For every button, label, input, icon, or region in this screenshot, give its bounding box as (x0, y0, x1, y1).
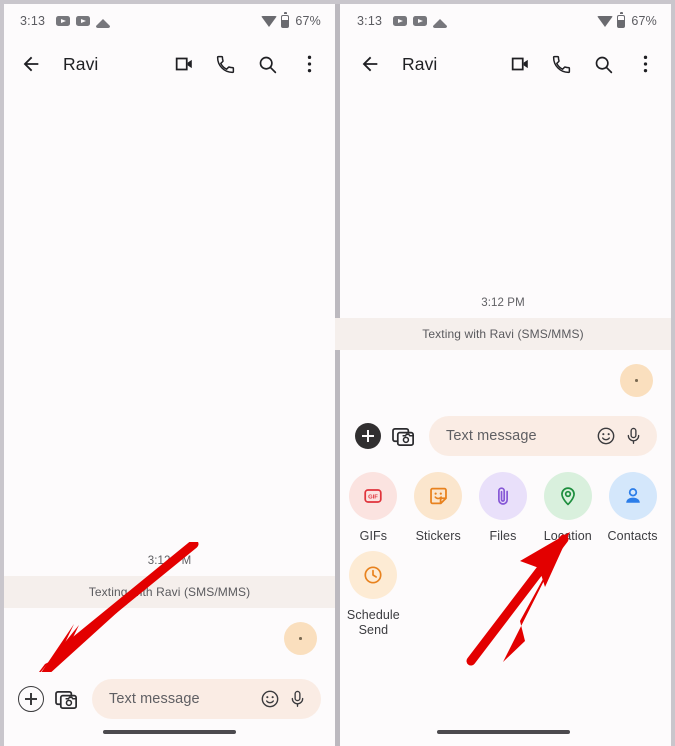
gallery-icon[interactable] (392, 424, 418, 448)
message-bubble[interactable] (284, 622, 317, 655)
plus-glyph-icon (361, 429, 375, 443)
sms-mms-banner: Texting with Ravi (SMS/MMS) (335, 318, 671, 350)
app-bar-actions (172, 53, 321, 76)
battery-percent: 67% (631, 14, 657, 28)
back-arrow-icon[interactable] (357, 51, 383, 77)
bubble-dot-icon (635, 379, 638, 382)
status-left-icons (393, 16, 448, 28)
back-arrow-icon[interactable] (18, 51, 44, 77)
page-title: Ravi (63, 53, 99, 74)
battery-percent: 67% (295, 14, 321, 28)
app-bar-actions (508, 53, 657, 76)
attachment-option-schedule-send[interactable]: Schedule Send (341, 550, 406, 639)
attachment-label: Files (489, 529, 517, 543)
status-time: 3:13 (20, 14, 46, 28)
message-input-placeholder[interactable]: Text message (446, 428, 588, 444)
youtube-icon (413, 16, 428, 26)
gallery-icon[interactable] (55, 687, 81, 711)
emoji-icon[interactable] (259, 689, 280, 710)
status-right-icons: 67% (261, 12, 321, 28)
message-input-pill[interactable]: Text message (429, 416, 657, 456)
attachment-option-stickers[interactable]: Stickers (406, 472, 471, 545)
wifi-icon (597, 15, 614, 27)
cloud-upload-icon (96, 18, 111, 28)
composer-left: Text message (4, 679, 335, 719)
attachment-label: Contacts (607, 529, 658, 543)
composer-right: Text message (335, 416, 671, 456)
phone-call-icon[interactable] (214, 53, 237, 76)
conversation-timestamp: 3:12 PM (147, 555, 192, 567)
message-bubble[interactable] (620, 364, 653, 397)
plus-button[interactable] (18, 686, 44, 712)
attachment-label: GIFs (359, 529, 388, 543)
wifi-icon (261, 15, 278, 27)
phone-panel-right: 3:13 67% Ravi 3:12 PM Texting with Ravi … (335, 0, 675, 746)
status-right-icons: 67% (597, 12, 657, 28)
video-call-icon[interactable] (508, 53, 531, 76)
attachment-label: Schedule Send (346, 607, 400, 638)
home-gesture-pill[interactable] (436, 730, 570, 734)
message-bubble-row (335, 350, 671, 397)
contact-icon (608, 472, 657, 520)
microphone-icon[interactable] (623, 426, 644, 447)
attachment-options-grid: GIF GIFs Stickers Files Location Contact… (335, 456, 671, 639)
attachment-option-location[interactable]: Location (535, 472, 600, 545)
screenshot-stage: 3:13 67% Ravi 3:12 PM Texting with Ravi … (0, 0, 675, 746)
attachment-label: Stickers (415, 529, 461, 543)
youtube-icon (56, 16, 71, 26)
attachment-option-contacts[interactable]: Contacts (600, 472, 665, 545)
video-call-icon[interactable] (172, 53, 195, 76)
svg-text:GIF: GIF (369, 494, 379, 500)
gif-icon: GIF (349, 472, 398, 520)
battery-icon (617, 12, 626, 28)
status-bar-left: 3:13 67% (4, 4, 335, 38)
status-bar-right: 3:13 67% (335, 4, 671, 38)
attachment-option-files[interactable]: Files (471, 472, 536, 545)
sms-mms-banner: Texting with Ravi (SMS/MMS) (4, 576, 335, 608)
status-left-icons (56, 16, 111, 28)
conversation-timestamp: 3:12 PM (481, 297, 525, 309)
home-gesture-pill[interactable] (103, 730, 236, 734)
nav-pill-wrap-left (4, 730, 335, 734)
message-list-left (4, 90, 335, 549)
message-input-placeholder[interactable]: Text message (109, 691, 252, 707)
battery-icon (281, 12, 290, 28)
app-bar-right: Ravi (335, 38, 671, 90)
location-pin-icon (543, 472, 592, 520)
youtube-icon (76, 16, 91, 26)
conversation-footer-right: 3:12 PM Texting with Ravi (SMS/MMS) (335, 291, 671, 397)
overflow-menu-icon[interactable] (634, 53, 657, 76)
attachment-option-gifs[interactable]: GIF GIFs (341, 472, 406, 545)
emoji-icon[interactable] (595, 426, 616, 447)
plus-button[interactable] (355, 423, 381, 449)
sticker-icon (414, 472, 463, 520)
overflow-menu-icon[interactable] (298, 53, 321, 76)
youtube-icon (393, 16, 408, 26)
bubble-dot-icon (299, 637, 302, 640)
attachment-label: Location (543, 529, 592, 543)
page-title: Ravi (402, 53, 438, 74)
phone-panel-left: 3:13 67% Ravi 3:12 PM Texting with Ravi … (0, 0, 335, 746)
message-input-pill[interactable]: Text message (92, 679, 321, 719)
phone-call-icon[interactable] (550, 53, 573, 76)
message-list-right (335, 90, 671, 291)
microphone-icon[interactable] (287, 689, 308, 710)
nav-pill-wrap-right (335, 730, 671, 734)
search-icon[interactable] (256, 53, 279, 76)
plus-glyph-icon (24, 692, 38, 706)
clock-icon (349, 550, 398, 599)
message-bubble-row (4, 608, 335, 655)
app-bar-left: Ravi (4, 38, 335, 90)
paperclip-icon (478, 472, 527, 520)
cloud-upload-icon (433, 18, 448, 28)
conversation-footer-left: 3:12 PM Texting with Ravi (SMS/MMS) (4, 549, 335, 655)
status-time: 3:13 (357, 14, 383, 28)
search-icon[interactable] (592, 53, 615, 76)
